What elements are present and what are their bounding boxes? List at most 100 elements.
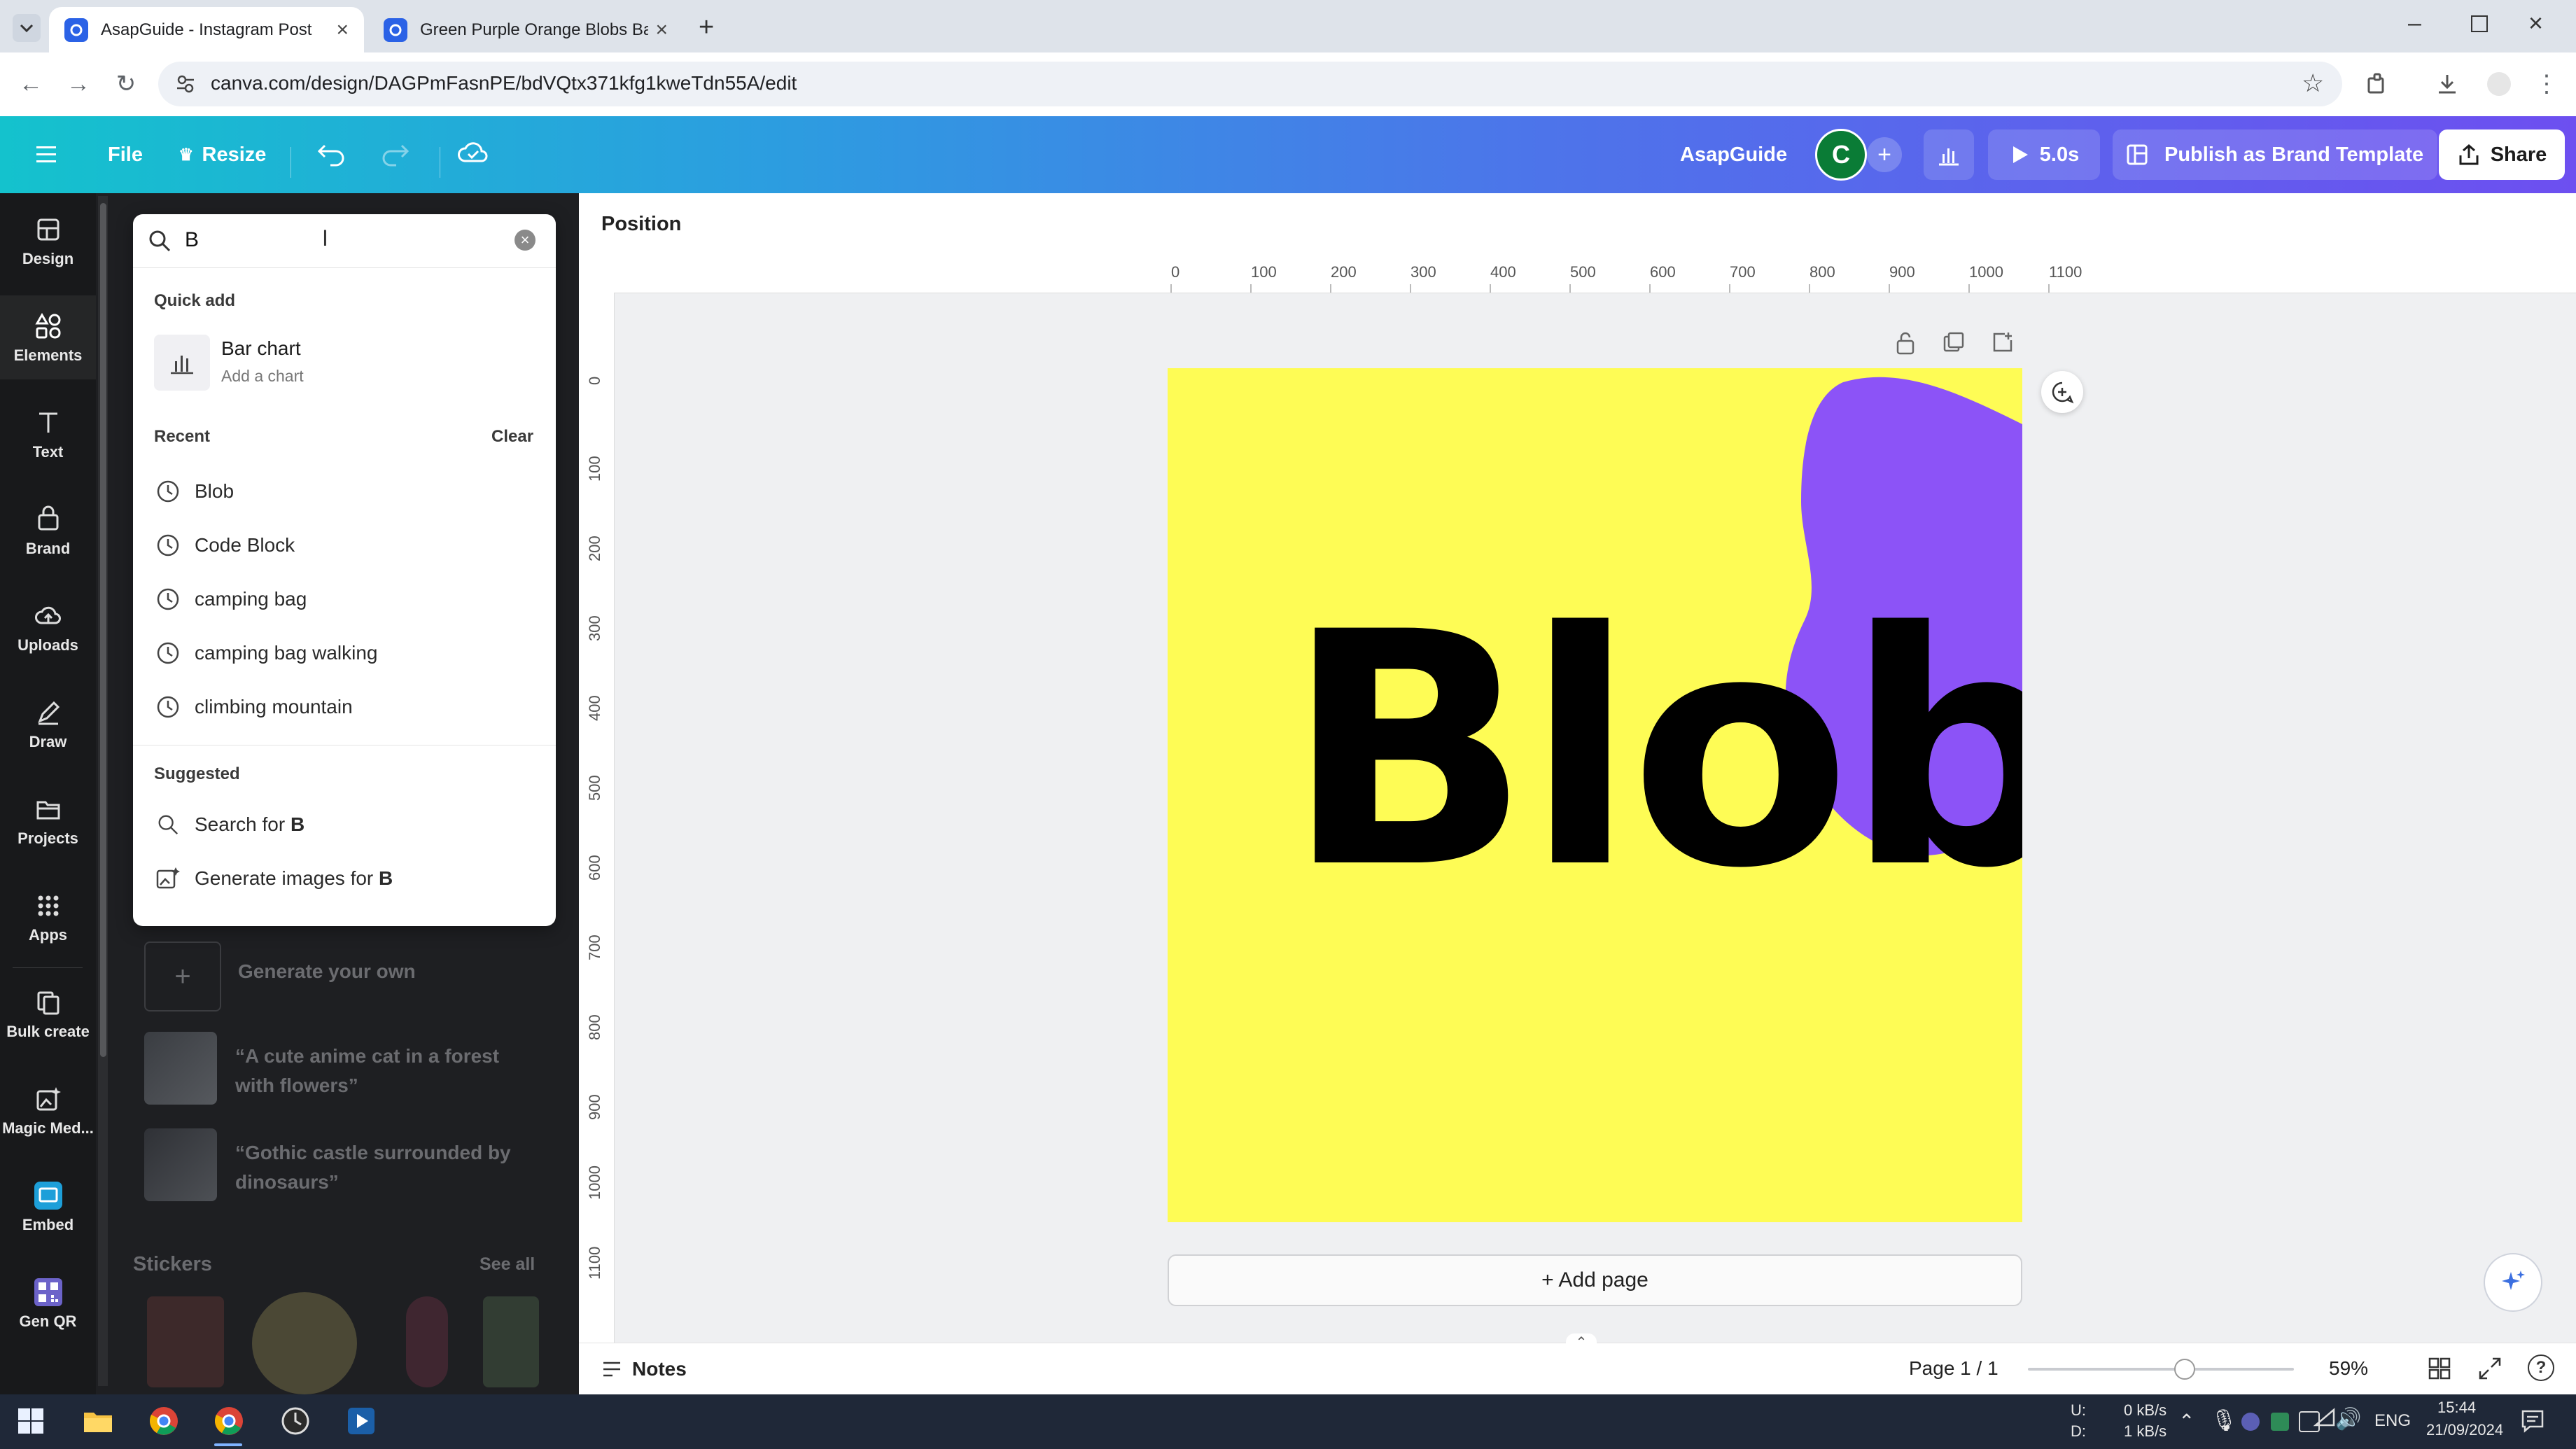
restore-icon[interactable] bbox=[2471, 15, 2488, 32]
recent-search-item[interactable]: camping bag walking bbox=[154, 632, 546, 674]
page-indicator[interactable]: Page 1 / 1 bbox=[1909, 1357, 1998, 1380]
recent-search-item[interactable]: climbing mountain bbox=[154, 686, 546, 728]
forward-icon[interactable]: → bbox=[62, 67, 95, 101]
rail-item-bulk-create[interactable]: Bulk create bbox=[0, 972, 96, 1056]
share-button[interactable]: Share bbox=[2439, 130, 2565, 180]
cloud-saved-icon[interactable] bbox=[456, 139, 490, 167]
sticker-thumbnail[interactable] bbox=[252, 1292, 357, 1394]
tray-overflow-icon[interactable]: ⌃ bbox=[2178, 1410, 2194, 1433]
main-menu-icon[interactable] bbox=[34, 144, 62, 166]
recent-search-item[interactable]: camping bag bbox=[154, 578, 546, 620]
rail-item-uploads[interactable]: Uploads bbox=[0, 585, 96, 669]
new-tab-icon[interactable]: + bbox=[699, 13, 714, 43]
profile-avatar-icon[interactable] bbox=[2487, 72, 2511, 96]
duplicate-page-icon[interactable] bbox=[1942, 330, 1966, 354]
prompt-suggestion[interactable]: “A cute anime cat in a forest with flowe… bbox=[235, 1042, 515, 1100]
browser-menu-icon[interactable]: ⋮ bbox=[2530, 67, 2563, 101]
rail-item-elements[interactable]: Elements bbox=[0, 295, 96, 379]
extensions-icon[interactable] bbox=[2360, 67, 2394, 101]
tab-asapguide[interactable]: AsapGuide - Instagram Post × bbox=[49, 7, 364, 52]
zoom-slider-thumb[interactable] bbox=[2174, 1359, 2196, 1380]
clock-date[interactable]: 21/09/2024 bbox=[2426, 1421, 2503, 1439]
wifi-icon[interactable] bbox=[2310, 1407, 2337, 1431]
file-explorer-icon[interactable] bbox=[83, 1407, 113, 1435]
quick-add-title[interactable]: Bar chart bbox=[221, 337, 301, 360]
redo-icon[interactable] bbox=[379, 139, 410, 167]
tab-green-purple-blobs[interactable]: Green Purple Orange Blobs Bas × bbox=[368, 7, 683, 52]
rail-item-draw[interactable]: Draw bbox=[0, 682, 96, 766]
windows-start-icon[interactable] bbox=[17, 1407, 45, 1435]
zoom-slider-track[interactable] bbox=[2028, 1368, 2294, 1371]
bar-chart-icon[interactable] bbox=[154, 335, 210, 391]
rail-item-text[interactable]: Text bbox=[0, 392, 96, 476]
rail-item-projects[interactable]: Projects bbox=[0, 778, 96, 862]
notes-button[interactable]: Notes bbox=[600, 1357, 687, 1381]
search-for-suggestion[interactable]: Search for B bbox=[154, 804, 546, 846]
rail-item-apps[interactable]: Apps bbox=[0, 875, 96, 959]
reload-icon[interactable]: ↻ bbox=[109, 67, 143, 101]
notifications-icon[interactable] bbox=[2520, 1408, 2545, 1434]
team-name[interactable]: AsapGuide bbox=[1680, 116, 1787, 193]
volume-icon[interactable]: 🔊 bbox=[2335, 1407, 2361, 1432]
generate-your-own-label[interactable]: Generate your own bbox=[238, 960, 416, 983]
undo-icon[interactable] bbox=[316, 139, 347, 167]
screen-recorder-icon[interactable] bbox=[346, 1406, 377, 1436]
clock-time[interactable]: 15:44 bbox=[2437, 1399, 2476, 1417]
sticker-thumbnail[interactable] bbox=[147, 1296, 224, 1387]
tab-close-icon[interactable]: × bbox=[336, 18, 349, 42]
blob-headline[interactable]: Blob bbox=[1285, 591, 2022, 913]
present-button[interactable]: 5.0s bbox=[1988, 130, 2100, 180]
publish-brand-template-button[interactable]: Publish as Brand Template bbox=[2113, 130, 2437, 180]
microphone-icon[interactable]: 🎙 bbox=[2211, 1408, 2237, 1433]
rail-item-embed[interactable]: Embed bbox=[0, 1165, 96, 1249]
lock-page-icon[interactable] bbox=[1894, 330, 1917, 356]
tray-app-icon[interactable] bbox=[2271, 1413, 2289, 1431]
sticker-thumbnail[interactable] bbox=[483, 1296, 539, 1387]
rail-item-design[interactable]: Design bbox=[0, 199, 96, 283]
chrome-icon[interactable] bbox=[214, 1406, 244, 1436]
address-bar[interactable]: canva.com/design/DAGPmFasnPE/bdVQtx371kf… bbox=[158, 62, 2342, 106]
insights-button[interactable] bbox=[1924, 130, 1974, 180]
sticker-thumbnail[interactable] bbox=[406, 1296, 448, 1387]
tab-list-chevron-icon[interactable] bbox=[13, 14, 41, 42]
castle-thumbnail[interactable] bbox=[144, 1128, 217, 1201]
see-all-link[interactable]: See all bbox=[479, 1254, 535, 1275]
expand-pages-chevron-icon[interactable]: ⌃ bbox=[1566, 1334, 1597, 1350]
user-avatar[interactable]: C bbox=[1815, 129, 1867, 181]
rail-item-brand[interactable]: Brand bbox=[0, 489, 96, 573]
position-button[interactable]: Position bbox=[601, 213, 681, 236]
close-window-icon[interactable]: × bbox=[2528, 8, 2543, 38]
add-collaborator-icon[interactable]: + bbox=[1867, 137, 1902, 172]
clear-recent-button[interactable]: Clear bbox=[491, 427, 533, 447]
add-page-button[interactable]: + Add page bbox=[1168, 1254, 2022, 1306]
generate-plus-icon[interactable]: + bbox=[144, 941, 221, 1011]
tab-close-icon[interactable]: × bbox=[655, 18, 668, 42]
help-icon[interactable]: ? bbox=[2528, 1354, 2554, 1381]
resize-button[interactable]: ♛ Resize bbox=[178, 116, 266, 193]
clear-search-icon[interactable]: × bbox=[514, 230, 536, 251]
cat-thumbnail[interactable] bbox=[144, 1032, 217, 1105]
prompt-suggestion[interactable]: “Gothic castle surrounded by dinosaurs” bbox=[235, 1138, 515, 1197]
design-page[interactable]: Blob bbox=[1168, 368, 2022, 1222]
url-text[interactable]: canva.com/design/DAGPmFasnPE/bdVQtx371kf… bbox=[211, 72, 797, 94]
recent-search-item[interactable]: Blob bbox=[154, 470, 546, 512]
add-page-icon[interactable] bbox=[1991, 330, 2015, 354]
clock-app-icon[interactable] bbox=[280, 1406, 311, 1436]
panel-scrollbar-thumb[interactable] bbox=[100, 203, 106, 1057]
comment-add-icon[interactable] bbox=[2041, 371, 2083, 413]
file-menu[interactable]: File bbox=[108, 116, 143, 193]
tray-app-icon[interactable] bbox=[2241, 1413, 2260, 1431]
rail-item-magic-media[interactable]: Magic Med... bbox=[0, 1068, 96, 1152]
bookmark-star-icon[interactable]: ☆ bbox=[2302, 69, 2324, 98]
search-input[interactable]: B bbox=[185, 228, 199, 252]
generate-images-suggestion[interactable]: Generate images for B bbox=[154, 858, 546, 899]
magic-assistant-icon[interactable] bbox=[2484, 1253, 2542, 1312]
back-icon[interactable]: ← bbox=[14, 67, 48, 101]
recent-search-item[interactable]: Code Block bbox=[154, 524, 546, 566]
fullscreen-icon[interactable] bbox=[2477, 1356, 2502, 1381]
minimize-icon[interactable]: – bbox=[2408, 10, 2421, 37]
grid-view-icon[interactable] bbox=[2427, 1356, 2452, 1381]
rail-item-gen-qr[interactable]: Gen QR bbox=[0, 1261, 96, 1345]
site-info-icon[interactable] bbox=[175, 73, 196, 94]
zoom-level[interactable]: 59% bbox=[2329, 1357, 2368, 1380]
